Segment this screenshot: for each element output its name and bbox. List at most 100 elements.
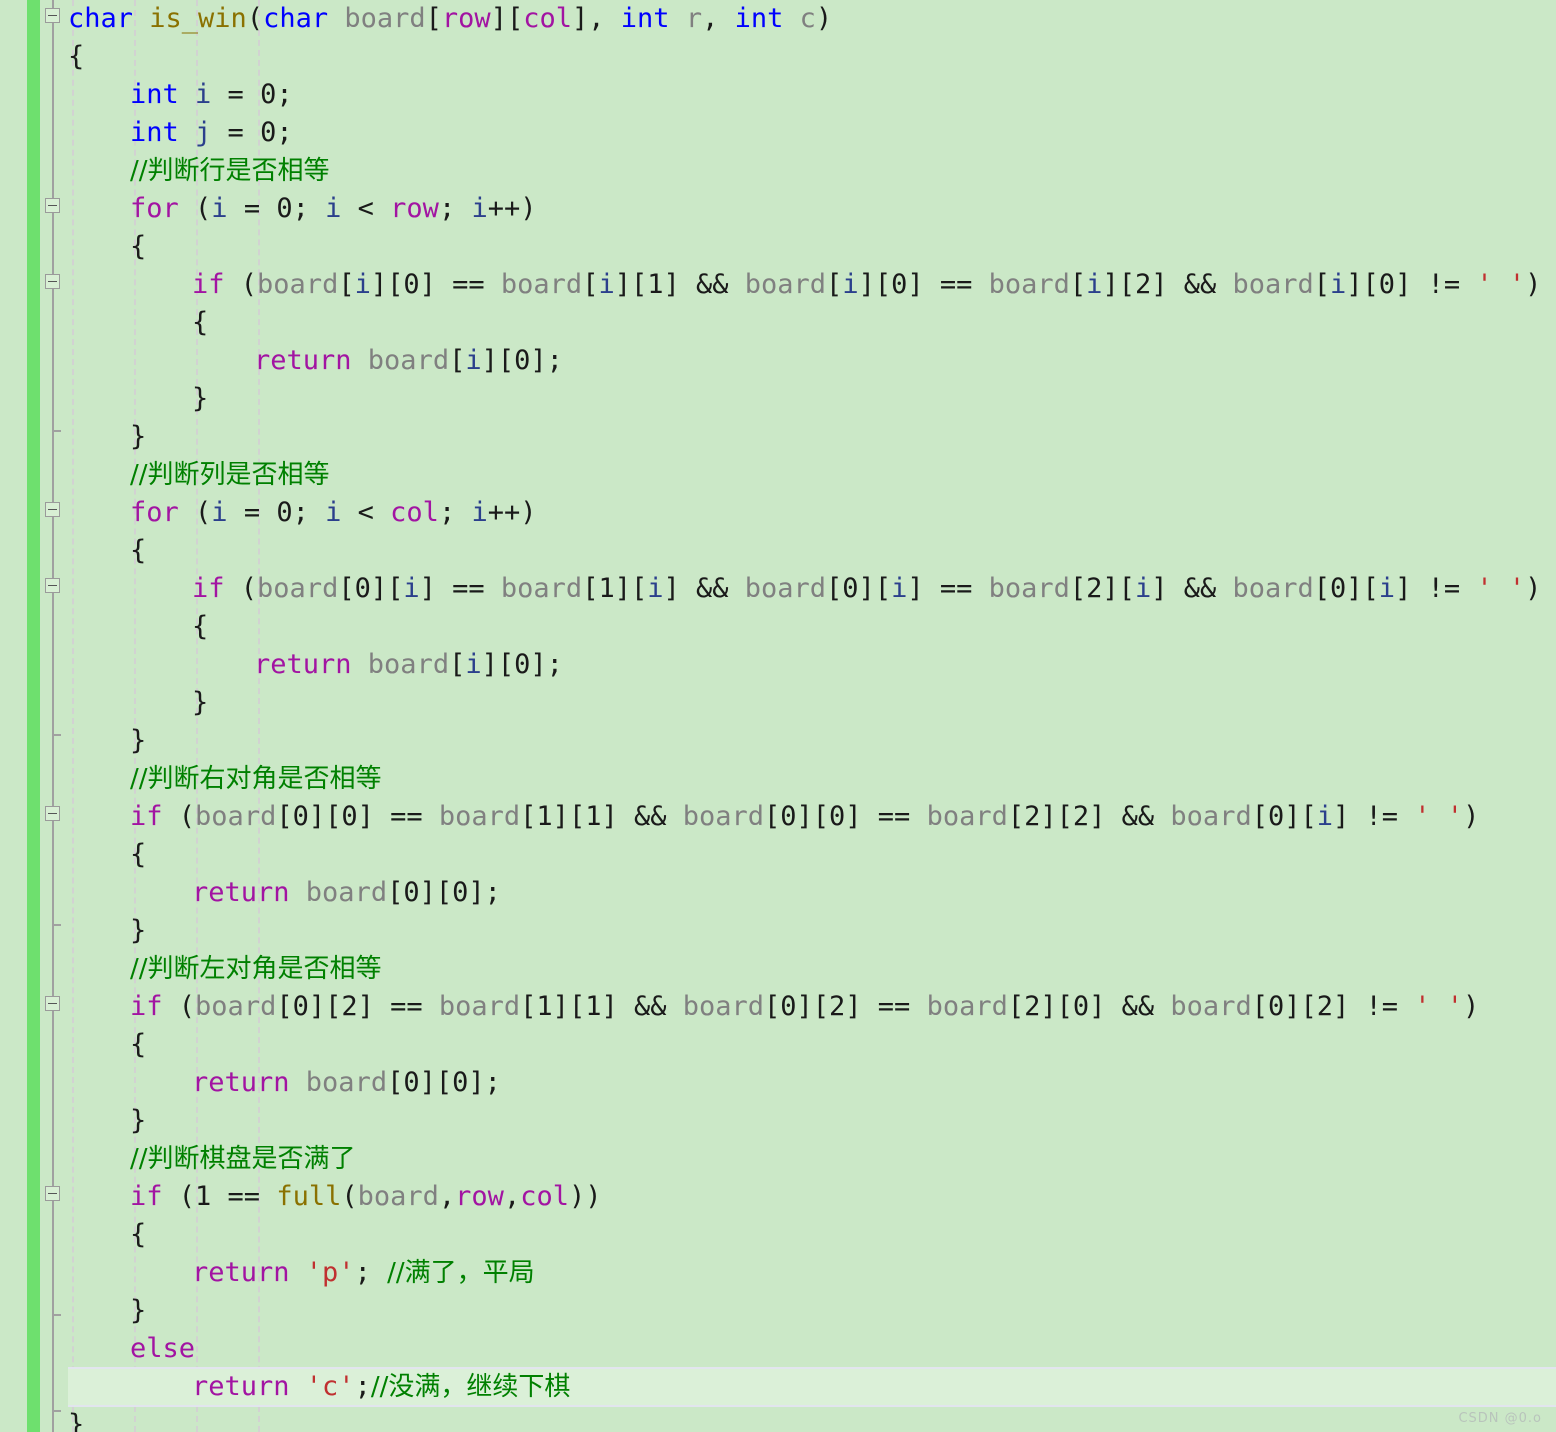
token-loc: i <box>471 497 488 528</box>
token-kw: int <box>130 79 196 110</box>
code-line[interactable]: //判断行是否相等 <box>130 152 330 190</box>
fold-if-col[interactable] <box>45 578 60 593</box>
code-line[interactable]: else <box>130 1330 195 1368</box>
token-id: board <box>1232 573 1314 604</box>
token-pun: ( <box>240 573 258 604</box>
token-pun: [2][0] && <box>1007 991 1171 1022</box>
code-line[interactable]: } <box>130 418 146 456</box>
code-line[interactable]: return 'c';//没满，继续下棋 <box>192 1368 570 1406</box>
token-pun: { <box>130 231 147 262</box>
code-line[interactable]: return board[i][0]; <box>254 342 563 380</box>
fold-for-row[interactable] <box>45 198 60 213</box>
code-line[interactable]: //判断左对角是否相等 <box>130 950 382 988</box>
code-line[interactable]: } <box>68 1406 84 1432</box>
code-line[interactable]: if (1 == full(board,row,col)) <box>130 1178 602 1216</box>
token-cmt: //判断行是否相等 <box>130 156 330 186</box>
code-line[interactable]: if (board[i][0] == board[i][1] && board[… <box>192 266 1541 304</box>
code-line[interactable]: { <box>192 304 208 342</box>
token-id: board <box>744 573 827 604</box>
token-loc: i <box>465 649 482 680</box>
token-id: board <box>257 573 339 604</box>
code-line[interactable]: //判断棋盘是否满了 <box>130 1140 356 1178</box>
token-mac: col <box>520 1181 569 1212</box>
token-pun: ++) <box>487 193 537 224</box>
token-pun: [ <box>449 649 466 680</box>
token-pun: ) <box>1463 991 1480 1022</box>
code-line[interactable]: if (board[0][2] == board[1][1] && board[… <box>130 988 1479 1026</box>
code-line[interactable]: } <box>130 722 146 760</box>
token-loc: i <box>842 269 859 300</box>
code-line[interactable]: return board[0][0]; <box>192 874 501 912</box>
code-line[interactable]: //判断右对角是否相等 <box>130 760 382 798</box>
token-str: ' ' <box>1476 269 1526 300</box>
token-fn: full <box>276 1181 342 1212</box>
token-loc: i <box>1134 573 1152 604</box>
code-line[interactable]: int i = 0; <box>130 76 293 114</box>
fold-function[interactable] <box>45 8 60 23</box>
fold-if-row[interactable] <box>45 274 60 289</box>
token-id: board <box>1232 269 1314 300</box>
code-line[interactable]: int j = 0; <box>130 114 293 152</box>
code-line[interactable]: } <box>130 912 146 950</box>
token-pun: [1][1] && <box>520 991 683 1022</box>
fold-if-right-diag[interactable] <box>45 806 60 821</box>
fold-for-col[interactable] <box>45 502 60 517</box>
code-line[interactable]: { <box>192 608 208 646</box>
code-line[interactable]: } <box>192 684 208 722</box>
token-kw: int <box>620 3 686 34</box>
token-pun: = <box>211 79 261 110</box>
code-line[interactable]: { <box>68 38 84 76</box>
code-line[interactable]: char is_win(char board[row][col], int r,… <box>68 0 832 38</box>
token-pun: ] && <box>1151 573 1233 604</box>
code-line[interactable]: if (board[0][i] == board[1][i] && board[… <box>192 570 1541 608</box>
code-line[interactable]: for (i = 0; i < row; i++) <box>130 190 537 228</box>
token-id: board <box>500 269 583 300</box>
token-pun: ( <box>178 991 196 1022</box>
token-pun: } <box>130 725 147 756</box>
token-pun: { <box>130 1029 147 1060</box>
code-editor-view[interactable]: char is_win(char board[row][col], int r,… <box>0 0 1556 1432</box>
code-line[interactable]: { <box>130 836 146 874</box>
token-pun: ] && <box>663 573 745 604</box>
code-line[interactable]: if (board[0][0] == board[1][1] && board[… <box>130 798 1479 836</box>
code-line[interactable]: return board[i][0]; <box>254 646 563 684</box>
code-line[interactable]: return 'p'; //满了，平局 <box>192 1254 535 1292</box>
token-loc: i <box>354 269 371 300</box>
token-loc: i <box>403 573 420 604</box>
token-str: ' ' <box>1414 991 1464 1022</box>
code-line[interactable]: //判断列是否相等 <box>130 456 330 494</box>
token-cmt: //判断左对角是否相等 <box>130 954 382 984</box>
token-cmt: //没满，继续下棋 <box>370 1372 571 1402</box>
code-line[interactable]: return board[0][0]; <box>192 1064 501 1102</box>
code-line[interactable]: } <box>130 1102 146 1140</box>
token-ctl: if <box>192 269 241 300</box>
token-loc: i <box>211 497 228 528</box>
token-pun: < <box>341 193 391 224</box>
token-pun: [2][2] && <box>1007 801 1171 832</box>
token-id: board <box>344 3 426 34</box>
token-id: board <box>357 1181 439 1212</box>
token-pun: [2][ <box>1069 573 1135 604</box>
token-pun: ; <box>438 497 472 528</box>
code-line[interactable]: { <box>130 532 146 570</box>
token-pun: [ <box>1069 269 1087 300</box>
token-ctl: for <box>130 193 196 224</box>
token-cmt: //判断列是否相等 <box>130 460 330 490</box>
token-pun: ][2] && <box>1102 269 1233 300</box>
code-line[interactable]: } <box>130 1292 146 1330</box>
token-pun: [0][2] != <box>1251 991 1415 1022</box>
fold-if-left-diag[interactable] <box>45 996 60 1011</box>
fold-if-full[interactable] <box>45 1186 60 1201</box>
token-pun: ( <box>178 801 196 832</box>
code-line[interactable]: for (i = 0; i < col; i++) <box>130 494 537 532</box>
token-ctl: if <box>130 991 179 1022</box>
token-loc: i <box>1086 269 1103 300</box>
code-line[interactable]: { <box>130 1026 146 1064</box>
token-pun: } <box>192 687 209 718</box>
code-line[interactable]: } <box>192 380 208 418</box>
token-id: board <box>744 269 827 300</box>
code-line[interactable]: { <box>130 1216 146 1254</box>
token-pun: ++) <box>487 497 537 528</box>
token-pun: ( <box>195 497 212 528</box>
code-line[interactable]: { <box>130 228 146 266</box>
